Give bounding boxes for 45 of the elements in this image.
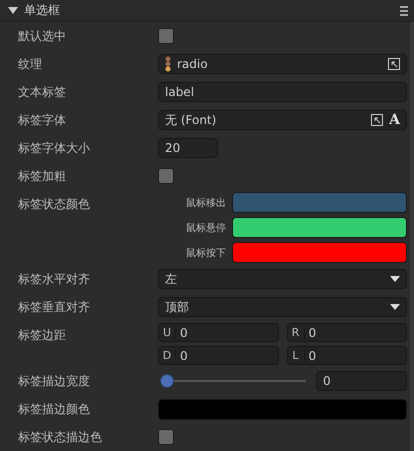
font-button[interactable]: A: [389, 112, 400, 128]
margin-field[interactable]: R 0: [286, 323, 407, 342]
property-label: 标签描边宽度: [18, 372, 91, 390]
property-label: 默认选中: [18, 28, 67, 44]
property-label: 标签垂直对齐: [18, 298, 91, 316]
menu-icon[interactable]: [400, 6, 408, 16]
margin-field[interactable]: L 0: [286, 346, 407, 365]
state-label: 鼠标移出: [185, 196, 226, 210]
property-label: 标签字体大小: [18, 140, 91, 156]
state-label: 鼠标悬停: [185, 222, 226, 234]
color-swatch[interactable]: [232, 242, 407, 263]
checkbox[interactable]: [158, 28, 174, 44]
font-field[interactable]: 无 (Font) A: [158, 110, 407, 130]
dropdown[interactable]: 左: [158, 269, 407, 289]
property-label: 文本标签: [18, 84, 67, 100]
collapse-icon[interactable]: [8, 7, 18, 14]
property-label: 标签字体: [18, 112, 67, 128]
dropdown[interactable]: 顶部: [158, 297, 407, 317]
checkbox[interactable]: [158, 429, 174, 445]
property-label: 标签描边颜色: [18, 400, 91, 418]
color-swatch[interactable]: [232, 217, 407, 238]
state-label: 鼠标按下: [185, 246, 226, 260]
color-swatch[interactable]: [232, 192, 407, 213]
checkbox[interactable]: [158, 168, 174, 184]
color-swatch[interactable]: [158, 398, 407, 420]
property-label: 标签状态颜色: [18, 196, 91, 213]
property-label: 标签水平对齐: [18, 270, 91, 288]
property-label: 标签加粗: [18, 168, 67, 184]
panel-title: 单选框: [24, 2, 61, 19]
dropdown-arrow-icon: [390, 276, 400, 282]
dropdown-arrow-icon: [390, 304, 400, 310]
property-label: 标签边距: [18, 327, 67, 344]
locate-icon[interactable]: [371, 114, 384, 126]
slider-track[interactable]: [160, 374, 306, 388]
number-field[interactable]: 0: [316, 371, 407, 391]
margin-field[interactable]: D 0: [158, 346, 278, 365]
property-label: 标签状态描边色: [18, 428, 103, 446]
margin-field[interactable]: U 0: [158, 323, 278, 342]
property-label: 纹理: [18, 56, 43, 72]
text-field[interactable]: label: [158, 82, 407, 102]
asset-field[interactable]: radio: [158, 54, 407, 74]
locate-icon[interactable]: [388, 58, 400, 70]
number-field[interactable]: 20: [158, 138, 218, 158]
texture-icon: [165, 56, 171, 72]
slider-thumb[interactable]: [160, 374, 174, 388]
